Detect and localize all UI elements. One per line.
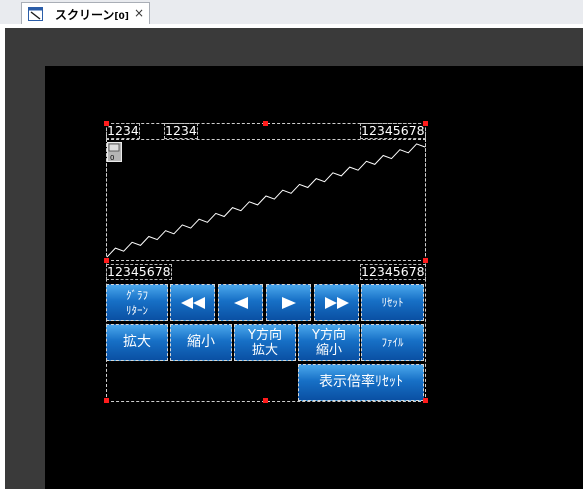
graph-bottom-left-value: 12345678 <box>106 264 172 280</box>
graph-top-left-value: 1234 <box>106 123 140 139</box>
resize-handle-bottom-mid[interactable] <box>263 398 268 403</box>
resize-handle-bottom-right[interactable] <box>423 398 428 403</box>
resize-handle-bottom-left[interactable] <box>104 398 109 403</box>
forward-button[interactable] <box>266 284 311 321</box>
rewind-button[interactable] <box>218 284 263 321</box>
forward-fast-button[interactable] <box>314 284 359 321</box>
close-icon[interactable]: × <box>134 5 144 21</box>
forward-fast-icon <box>322 296 352 310</box>
part-icon: 0 <box>107 142 122 162</box>
graph-bottom-right-value: 12345678 <box>360 264 426 280</box>
resize-handle-mid-right[interactable] <box>423 258 428 263</box>
svg-text:0: 0 <box>110 154 114 161</box>
graph-return-button[interactable]: ｸﾞﾗﾌ ﾘﾀｰﾝ <box>106 284 168 321</box>
zoom-out-button[interactable]: 縮小 <box>170 324 232 361</box>
screen-tab[interactable]: スクリーン[0] × <box>21 2 150 24</box>
tab-title: スクリーン[0] <box>55 8 129 22</box>
trend-line <box>106 143 426 258</box>
resize-handle-top-left[interactable] <box>104 121 109 126</box>
rewind-icon <box>231 296 251 310</box>
tab-strip: スクリーン[0] × <box>0 0 583 24</box>
reset-button[interactable]: ﾘｾｯﾄ <box>361 284 424 321</box>
scale-reset-button[interactable]: 表示倍率ﾘｾｯﾄ <box>298 364 424 401</box>
graph-top-right-value: 12345678 <box>360 123 426 139</box>
graph-top-mid-value: 1234 <box>164 123 198 139</box>
y-zoom-out-button[interactable]: Y方向 縮小 <box>298 324 360 361</box>
y-zoom-in-button[interactable]: Y方向 拡大 <box>234 324 296 361</box>
resize-handle-top-right[interactable] <box>423 121 428 126</box>
rewind-fast-icon <box>178 296 208 310</box>
resize-handle-top-mid[interactable] <box>263 121 268 126</box>
screen-icon <box>28 6 43 21</box>
zoom-in-button[interactable]: 拡大 <box>106 324 168 361</box>
file-button[interactable]: ﾌｧｲﾙ <box>361 324 424 361</box>
forward-icon <box>279 296 299 310</box>
rewind-fast-button[interactable] <box>170 284 215 321</box>
resize-handle-mid-left[interactable] <box>104 258 109 263</box>
